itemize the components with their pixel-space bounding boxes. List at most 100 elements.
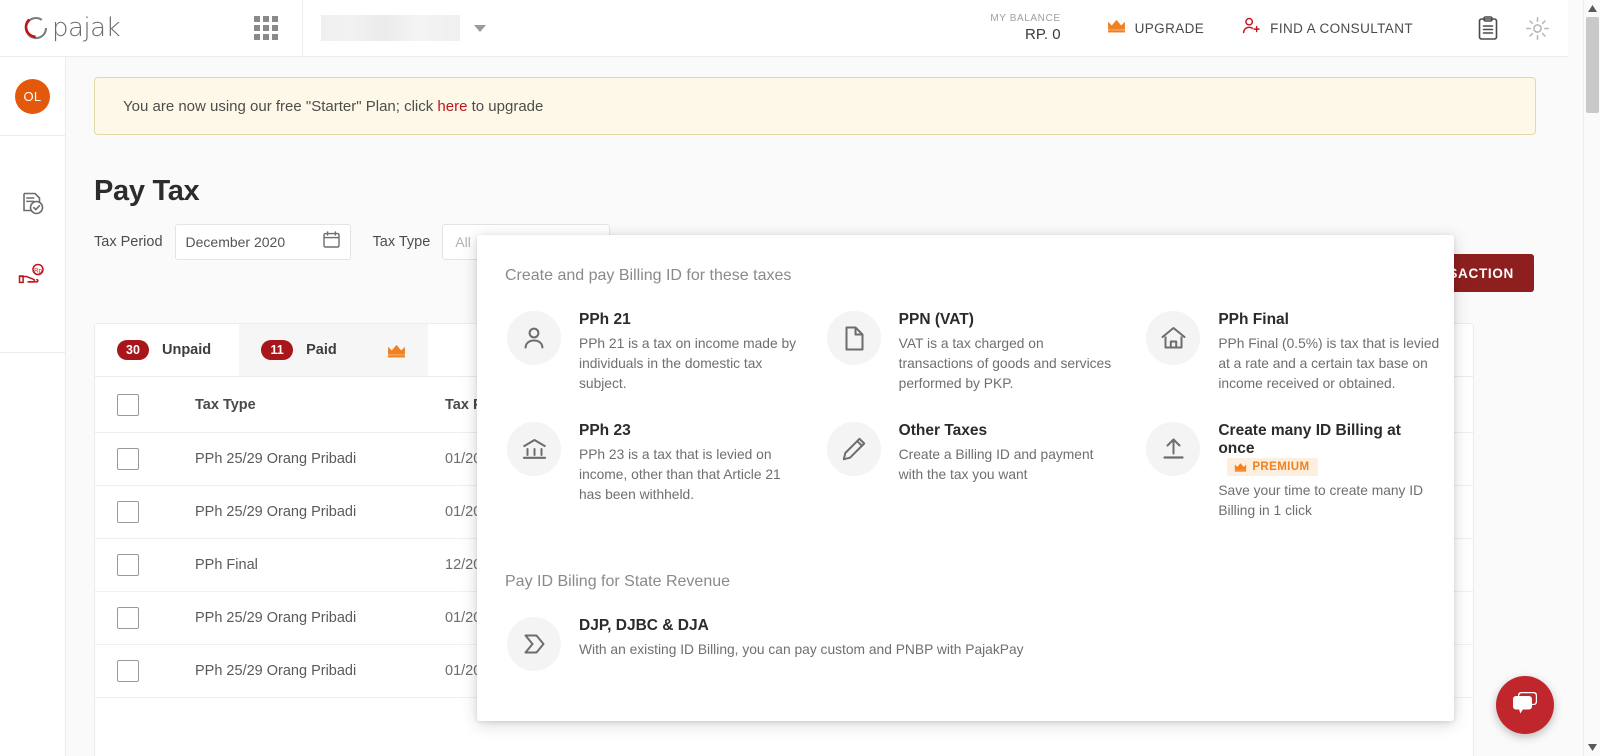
- card-title: Create many ID Billing at once PREMIUM: [1218, 422, 1440, 476]
- card-pph-final[interactable]: PPh Final PPh Final (0.5%) is tax that i…: [1134, 311, 1454, 394]
- tax-period-input[interactable]: December 2020: [174, 224, 351, 260]
- left-sidebar: OL Rp: [0, 57, 66, 756]
- consultant-person-icon: [1242, 17, 1261, 40]
- row-checkbox[interactable]: [117, 448, 139, 470]
- card-body: PPh Final PPh Final (0.5%) is tax that i…: [1218, 311, 1440, 394]
- tax-type-label: Tax Type: [372, 234, 431, 250]
- card-pph-21[interactable]: PPh 21 PPh 21 is a tax on income made by…: [495, 311, 815, 394]
- panel-column-3: PPh Final PPh Final (0.5%) is tax that i…: [1134, 311, 1454, 549]
- card-body: PPN (VAT) VAT is a tax charged on transa…: [899, 311, 1121, 394]
- premium-badge: PREMIUM: [1227, 458, 1319, 476]
- tax-type-value: All: [455, 234, 471, 250]
- select-all-checkbox[interactable]: [117, 393, 139, 416]
- card-description: PPh 23 is a tax that is levied on income…: [579, 447, 781, 502]
- balance-block: MY BALANCE RP. 0: [990, 13, 1060, 43]
- row-checkbox[interactable]: [117, 660, 139, 682]
- upload-icon: [1146, 422, 1201, 476]
- banner-text: You are now using our free "Starter" Pla…: [123, 98, 543, 115]
- cell-tax-type: PPh 25/29 Orang Pribadi: [195, 504, 357, 520]
- find-consultant-button[interactable]: FIND A CONSULTANT: [1242, 17, 1413, 40]
- clipboard-icon[interactable]: [1477, 15, 1499, 41]
- main-content: You are now using our free "Starter" Pla…: [66, 57, 1568, 756]
- cell-tax-period: 01/20: [445, 610, 482, 626]
- card-description: Create a Billing ID and payment with the…: [898, 447, 1094, 482]
- page-scrollbar[interactable]: [1583, 0, 1600, 756]
- sidebar-avatar-area: OL: [0, 57, 65, 136]
- row-checkbox[interactable]: [117, 501, 139, 523]
- chat-button[interactable]: [1496, 676, 1554, 734]
- card-create-many-id-billing[interactable]: Create many ID Billing at once PREMIUM Sa…: [1134, 422, 1454, 521]
- svg-text:Rp: Rp: [34, 268, 42, 274]
- column-header-tax-type: Tax Type: [195, 396, 256, 413]
- top-header: pajak MY BALANCE RP. 0 UPGRADE FIND A CO…: [0, 0, 1568, 57]
- unpaid-count-badge: 30: [117, 340, 149, 360]
- cell-tax-period: 12/20: [445, 557, 482, 573]
- card-title-text: Create many ID Billing at once: [1218, 422, 1401, 457]
- panel-subheading: Pay ID Biling for State Revenue: [505, 573, 731, 590]
- brand-logo[interactable]: pajak: [22, 13, 202, 43]
- calendar-icon[interactable]: [322, 231, 340, 253]
- banner-text-after: to upgrade: [467, 97, 544, 115]
- person-icon: [507, 311, 561, 365]
- card-description: Save your time to create many ID Billing…: [1218, 483, 1424, 518]
- card-description: With an existing ID Billing, you can pay…: [579, 642, 1024, 657]
- tab-unpaid[interactable]: 30 Unpaid: [95, 324, 240, 376]
- card-djp-djbc-dja[interactable]: DJP, DJBC & DJA With an existing ID Bill…: [477, 591, 1454, 671]
- gear-icon[interactable]: [1525, 16, 1550, 41]
- apps-grid-icon[interactable]: [254, 16, 278, 40]
- scroll-down-arrow-icon[interactable]: [1584, 739, 1600, 756]
- bank-icon: [507, 422, 561, 476]
- tab-paid[interactable]: 11 Paid: [239, 324, 365, 376]
- sidebar-item-pay-tax[interactable]: Rp: [0, 242, 65, 312]
- row-checkbox[interactable]: [117, 607, 139, 629]
- tax-period-label: Tax Period: [94, 234, 163, 250]
- avatar[interactable]: OL: [15, 78, 50, 114]
- tab-premium-crown-icon[interactable]: [364, 324, 428, 376]
- panel-column-2: PPN (VAT) VAT is a tax charged on transa…: [815, 311, 1135, 549]
- scrollbar-thumb[interactable]: [1586, 17, 1599, 113]
- tax-period-value: December 2020: [185, 234, 286, 250]
- paid-count-badge: 11: [261, 340, 294, 360]
- balance-label: MY BALANCE: [990, 13, 1061, 24]
- card-body: Create many ID Billing at once PREMIUM Sa…: [1218, 422, 1440, 521]
- scroll-up-arrow-icon[interactable]: [1584, 0, 1600, 17]
- cell-tax-type: PPh 25/29 Orang Pribadi: [195, 610, 357, 626]
- tab-paid-label: Paid: [306, 342, 337, 358]
- cell-tax-type: PPh 25/29 Orang Pribadi: [195, 663, 357, 679]
- cell-tax-type: PPh 25/29 Orang Pribadi: [195, 451, 357, 467]
- card-title: PPh 21: [579, 311, 631, 328]
- card-ppn-vat[interactable]: PPN (VAT) VAT is a tax charged on transa…: [815, 311, 1135, 394]
- brand-name: pajak: [52, 13, 121, 43]
- cell-tax-type: PPh Final: [195, 557, 258, 573]
- sidebar-divider: [0, 352, 65, 353]
- card-body: Other Taxes Create a Billing ID and paym…: [899, 422, 1121, 485]
- chevron-block-icon: [507, 617, 561, 671]
- card-title: PPh Final: [1218, 311, 1289, 328]
- card-pph-23[interactable]: PPh 23 PPh 23 is a tax that is levied on…: [495, 422, 815, 505]
- chat-bubble-icon: [1510, 690, 1540, 721]
- card-title: DJP, DJBC & DJA: [579, 617, 709, 634]
- sidebar-item-tax-report[interactable]: [0, 172, 65, 242]
- header-divider: [302, 0, 303, 57]
- banner-text-before: You are now using our free "Starter" Pla…: [123, 97, 438, 115]
- card-description: PPh Final (0.5%) is tax that is levied a…: [1218, 336, 1440, 391]
- card-title: PPN (VAT): [898, 311, 974, 328]
- home-icon: [1146, 311, 1201, 365]
- company-name-placeholder: [321, 15, 460, 41]
- upgrade-button[interactable]: UPGRADE: [1107, 18, 1205, 38]
- chevron-down-icon: [474, 24, 486, 32]
- pajak-logo-icon: [22, 14, 50, 42]
- panel-column-1: PPh 21 PPh 21 is a tax on income made by…: [495, 311, 815, 549]
- hand-money-icon: Rp: [18, 261, 48, 294]
- cell-tax-period: 01/20: [445, 504, 482, 520]
- company-selector[interactable]: [321, 13, 486, 43]
- card-other-taxes[interactable]: Other Taxes Create a Billing ID and paym…: [815, 422, 1135, 485]
- create-tax-transaction-dropdown: Create and pay Billing ID for these taxe…: [477, 235, 1454, 721]
- row-checkbox[interactable]: [117, 554, 139, 576]
- header-actions: MY BALANCE RP. 0 UPGRADE FIND A CONSULTA…: [990, 13, 1568, 43]
- starter-plan-banner: You are now using our free "Starter" Pla…: [94, 77, 1536, 135]
- card-title: Other Taxes: [898, 422, 988, 439]
- app-root: pajak MY BALANCE RP. 0 UPGRADE FIND A CO…: [0, 0, 1600, 756]
- panel-heading: Create and pay Billing ID for these taxe…: [505, 267, 792, 284]
- banner-upgrade-link[interactable]: here: [437, 98, 467, 115]
